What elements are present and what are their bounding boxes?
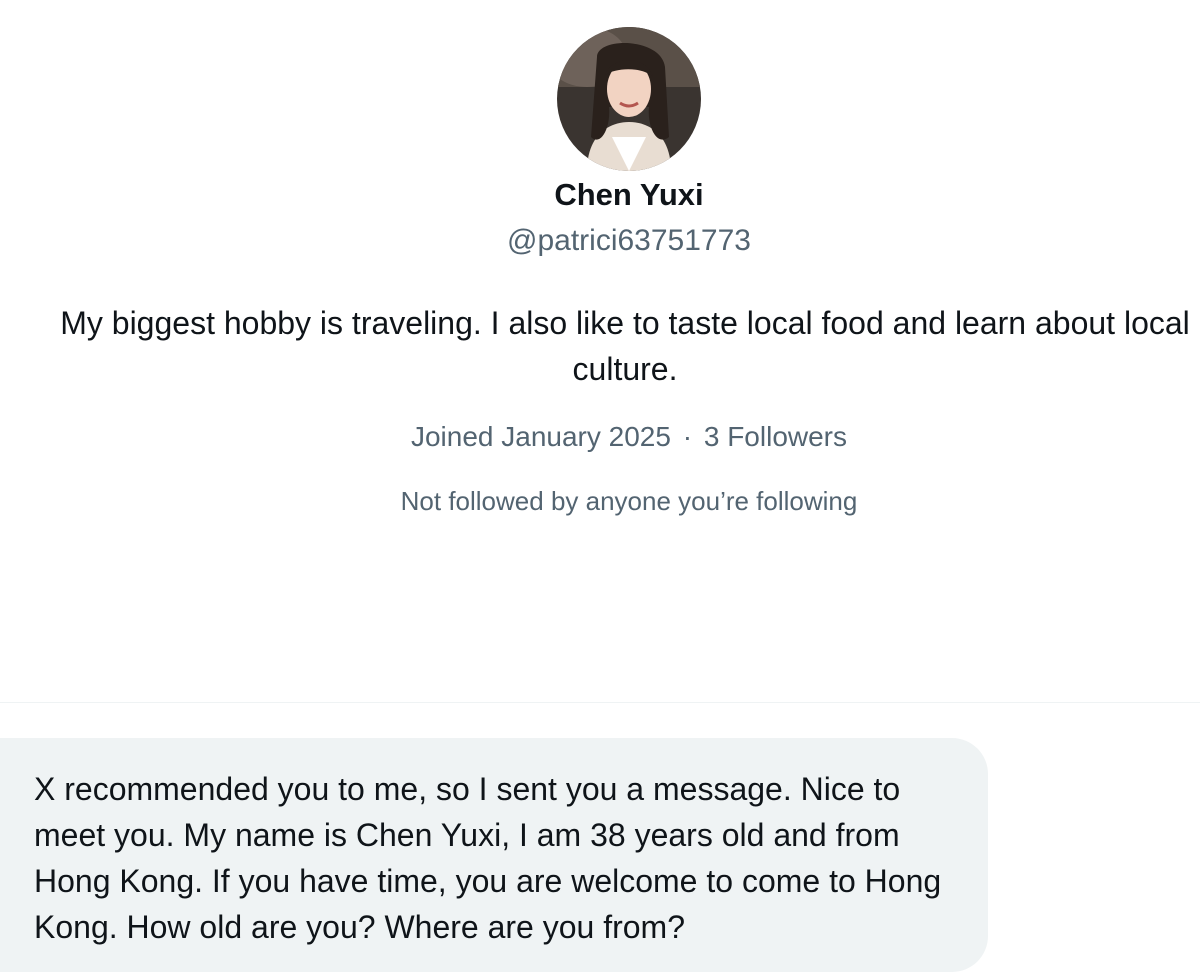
profile-bio: My biggest hobby is traveling. I also li… [60, 305, 1190, 387]
divider [0, 702, 1200, 703]
profile-header: Chen Yuxi @patrici63751773 My biggest ho… [0, 0, 1200, 702]
meta-separator: · [682, 421, 693, 452]
dm-conversation-view: Chen Yuxi @patrici63751773 My biggest ho… [0, 0, 1200, 974]
profile-photo-icon [557, 27, 701, 171]
received-message-bubble[interactable]: X recommended you to me, so I sent you a… [0, 738, 988, 972]
message-text: X recommended you to me, so I sent you a… [34, 771, 942, 945]
joined-date: Joined January 2025 [410, 421, 671, 452]
followers-count-link[interactable]: 3 Followers [704, 421, 847, 452]
user-handle[interactable]: @patrici63751773 [0, 219, 1200, 263]
display-name[interactable]: Chen Yuxi [0, 173, 1200, 217]
avatar[interactable] [557, 27, 701, 171]
profile-meta: Joined January 2025 · 3 Followers [0, 416, 1200, 458]
mutual-followers-note: Not followed by anyone you’re following [400, 486, 858, 516]
